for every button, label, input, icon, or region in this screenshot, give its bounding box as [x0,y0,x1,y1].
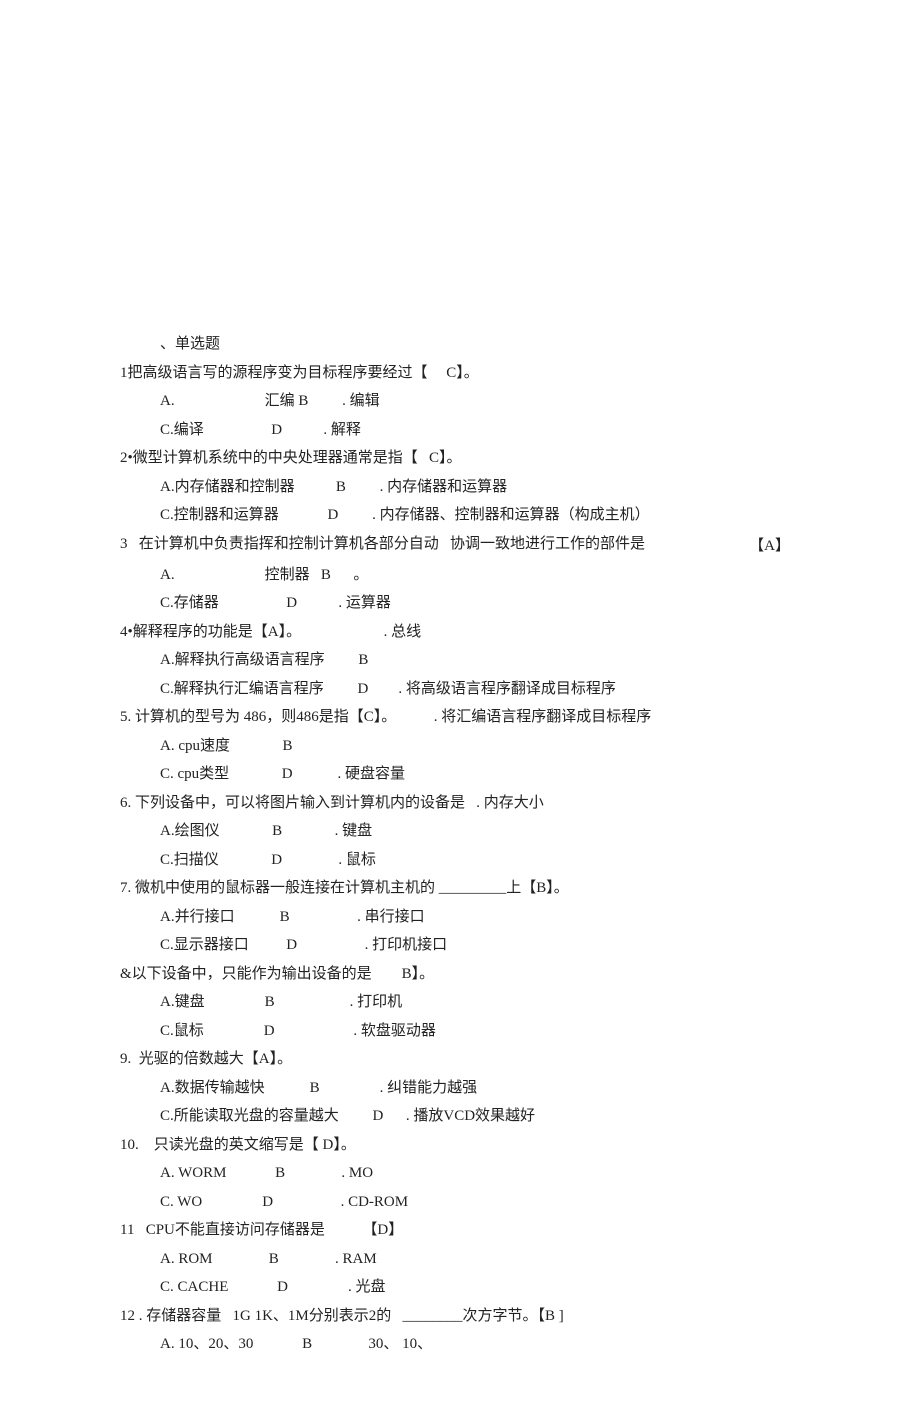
question-stem: 6. 下列设备中，可以将图片输入到计算机内的设备是 . 内存大小 [120,789,800,818]
option-row: A. cpu速度 B [120,732,800,761]
option-row: C.扫描仪 D . 鼠标 [120,846,800,875]
option-row: C.存储器 D . 运算器 [120,589,800,618]
option-row: C. CACHE D . 光盘 [120,1273,800,1302]
question-stem: 5. 计算机的型号为 486，则486是指【C】。 . 将汇编语言程序翻译成目标… [120,703,800,732]
question-stem: 10. 只读光盘的英文缩写是【 D】。 [120,1131,800,1160]
question-stem: &以下设备中，只能作为输出设备的是 B】。 [120,960,800,989]
option-row: A. 10、20、30 B 30、 10、 [120,1330,800,1359]
option-row: C.控制器和运算器 D . 内存储器、控制器和运算器（构成主机） [120,501,800,530]
question-stem: 1把高级语言写的源程序变为目标程序要经过【 C】。 [120,359,800,388]
option-row: C. cpu类型 D . 硬盘容量 [120,760,800,789]
option-row: A.解释执行高级语言程序 B [120,646,800,675]
question-stem: 11 CPU不能直接访问存储器是 【D】 [120,1216,800,1245]
option-row: A.数据传输越快 B . 纠错能力越强 [120,1074,800,1103]
option-row: C.显示器接口 D . 打印机接口 [120,931,800,960]
option-row: C.解释执行汇编语言程序 D . 将高级语言程序翻译成目标程序 [120,675,800,704]
option-row: A.内存储器和控制器 B . 内存储器和运算器 [120,473,800,502]
question-stem: 4•解释程序的功能是【A】。 . 总线 [120,618,800,647]
option-row: C. WO D . CD-ROM [120,1188,800,1217]
option-row: A.键盘 B . 打印机 [120,988,800,1017]
option-row: A. 控制器 B 。 [120,561,800,590]
option-row: A. ROM B . RAM [120,1245,800,1274]
option-row: C.鼠标 D . 软盘驱动器 [120,1017,800,1046]
question-stem: 7. 微机中使用的鼠标器一般连接在计算机主机的 _________上【B】。 [120,874,800,903]
option-row: A. WORM B . MO [120,1159,800,1188]
document-page: 、单选题 1把高级语言写的源程序变为目标程序要经过【 C】。 A. 汇编 B .… [0,0,920,1419]
question-stem: 9. 光驱的倍数越大【A】。 [120,1045,800,1074]
option-row: C.所能读取光盘的容量越大 D . 播放VCD效果越好 [120,1102,800,1131]
question-stem: 12 . 存储器容量 1G 1K、1M分别表示2的 ________次方字节。【… [120,1302,800,1331]
option-row: A. 汇编 B . 编辑 [120,387,800,416]
question-stem: 2•微型计算机系统中的中央处理器通常是指【 C】。 [120,444,800,473]
option-row: C.编译 D . 解释 [120,416,800,445]
option-row: A.绘图仪 B . 键盘 [120,817,800,846]
option-row: A.并行接口 B . 串行接口 [120,903,800,932]
section-header: 、单选题 [120,330,800,359]
